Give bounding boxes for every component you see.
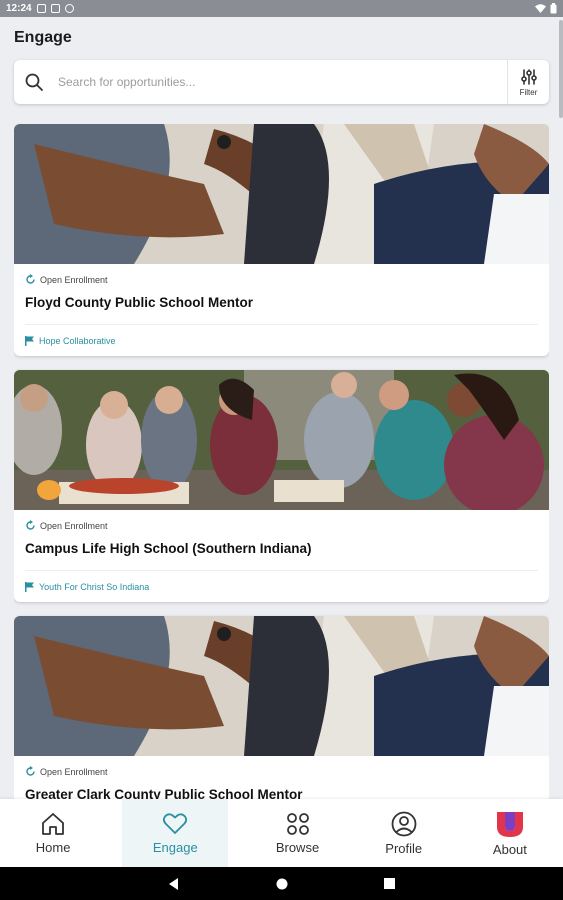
nav-profile-label: Profile [385,840,423,856]
refresh-icon [26,274,35,284]
heart-icon [163,812,188,834]
page-title: Engage [14,29,72,46]
status-label: Open Enrollment [40,766,108,777]
opportunity-card[interactable]: Open Enrollment Floyd County Public Scho… [14,124,549,356]
refresh-icon [26,520,35,530]
filter-label: Filter [519,87,538,97]
recents-icon[interactable] [384,878,395,889]
sim-icon [50,4,60,13]
wifi-icon [535,4,546,13]
divider [25,324,538,325]
home-icon [42,812,64,835]
home-button-icon[interactable] [276,878,288,890]
back-icon[interactable] [168,877,180,890]
card-image [14,124,549,264]
opportunity-feed[interactable]: Open Enrollment Floyd County Public Scho… [14,124,549,799]
flag-icon [25,336,34,346]
refresh-icon [26,766,35,776]
nav-about-label: About [492,841,527,857]
opportunity-card[interactable]: Open Enrollment Campus Life High School … [14,370,549,602]
filter-button[interactable]: Filter [507,60,549,104]
scrollbar[interactable] [559,20,563,118]
enrollment-status: Open Enrollment [25,274,108,285]
enrollment-status: Open Enrollment [25,766,108,777]
search-bar: Filter [14,60,549,104]
hands-photo [14,616,549,756]
nav-browse[interactable]: Browse [244,799,350,867]
nav-profile[interactable]: Profile [351,799,457,867]
bottom-navigation: Home Engage Browse Profile About [0,799,563,867]
status-label: Open Enrollment [40,274,108,285]
nav-browse-label: Browse [275,839,320,855]
card-image [14,370,549,510]
system-navigation-bar [0,867,563,900]
nav-engage-label: Engage [152,839,198,855]
enrollment-status: Open Enrollment [25,520,108,531]
divider [25,570,538,571]
organization-name: Hope Collaborative [39,336,116,346]
battery-icon [550,3,557,14]
card-title: Greater Clark County Public School Mento… [25,787,303,799]
flag-icon [25,582,34,592]
filter-sliders-icon [520,68,537,85]
hands-photo [14,124,549,264]
nav-home[interactable]: Home [0,799,106,867]
nav-about[interactable]: About [457,799,563,867]
search-input[interactable] [44,60,507,104]
grid-icon [286,812,309,835]
nav-engage[interactable]: Engage [122,799,229,867]
sync-icon [64,4,74,13]
nav-home-label: Home [35,839,71,855]
students-photo [14,370,549,510]
search-icon [25,73,43,91]
person-icon [391,811,417,836]
status-bar: 12:24 [0,0,563,17]
organization: Youth For Christ So Indiana [25,582,149,592]
card-image [14,616,549,756]
card-title: Campus Life High School (Southern Indian… [25,541,312,556]
notification-icon [36,4,46,13]
organization-name: Youth For Christ So Indiana [39,582,150,592]
opportunity-card[interactable]: Open Enrollment Greater Clark County Pub… [14,616,549,799]
organization: Hope Collaborative [25,336,116,346]
card-title: Floyd County Public School Mentor [25,295,253,310]
u-logo-icon [496,811,523,837]
status-label: Open Enrollment [40,520,108,531]
status-time: 12:24 [6,3,32,14]
